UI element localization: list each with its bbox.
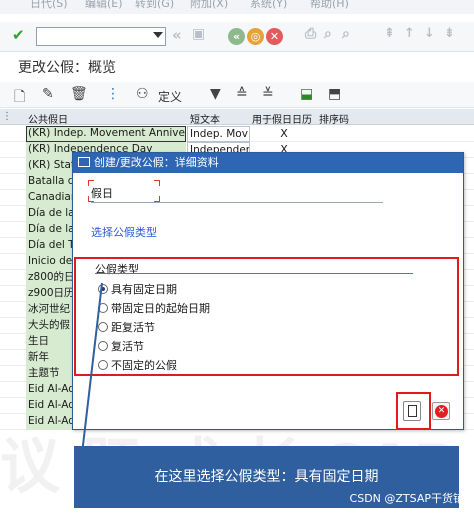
watermark: CSDN @ZTSAP干货铺 [349, 492, 464, 505]
